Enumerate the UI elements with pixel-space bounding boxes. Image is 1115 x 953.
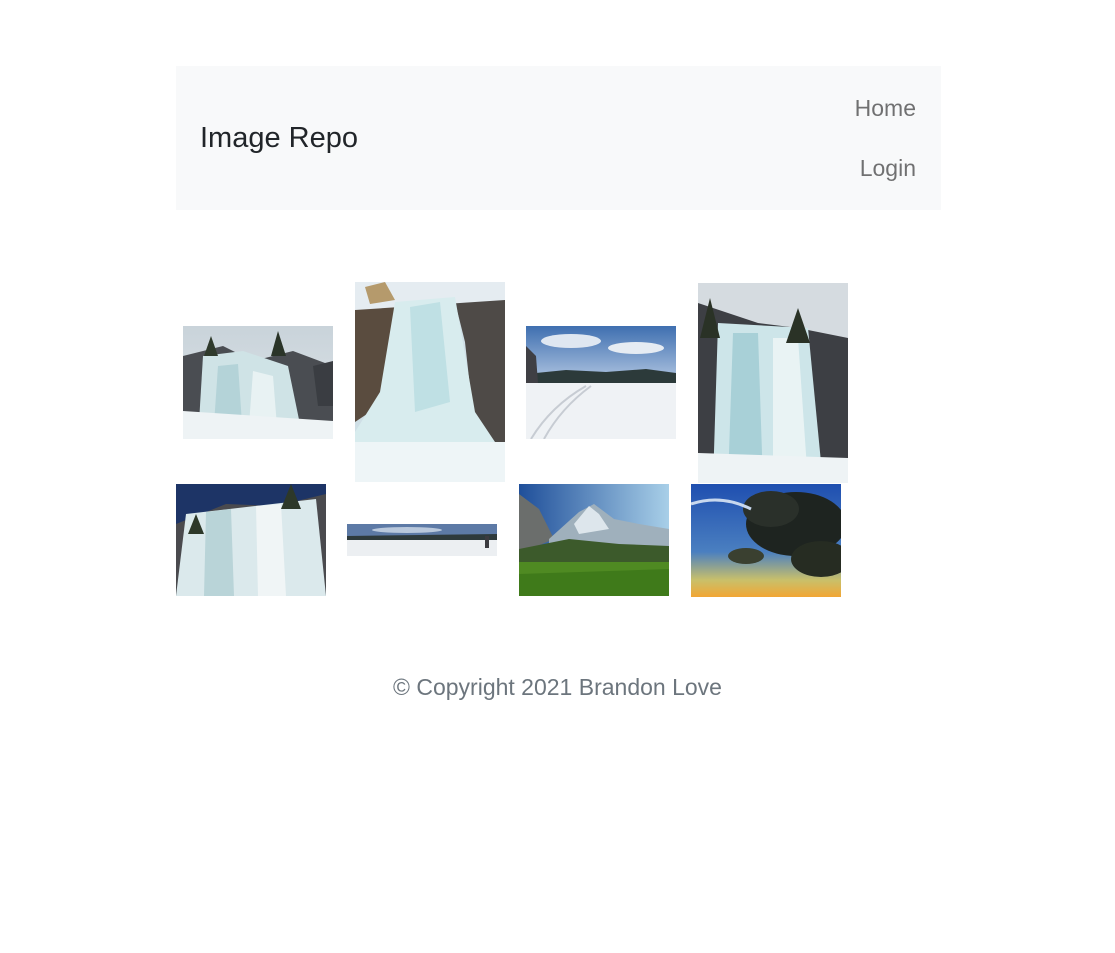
gallery-image-frozen-waterfall-trees[interactable] [183, 326, 333, 439]
nav-link-home[interactable]: Home [855, 94, 916, 122]
brand-link[interactable]: Image Repo [200, 121, 358, 155]
gallery-image-icicle-cliff[interactable] [698, 283, 848, 483]
gallery-image-frozen-waterfall[interactable] [355, 282, 505, 482]
copyright-text: © Copyright 2021 Brandon Love [393, 674, 722, 700]
gallery-image-snowy-lake[interactable] [526, 326, 676, 439]
gallery-image-storm-clouds[interactable] [691, 484, 841, 597]
gallery-image-lake-panorama[interactable] [347, 524, 497, 556]
navbar: Image Repo Home Login [176, 66, 941, 210]
nav-link-login[interactable]: Login [860, 154, 916, 182]
gallery-image-mountain-meadow[interactable] [519, 484, 669, 596]
footer: © Copyright 2021 Brandon Love [0, 673, 1115, 701]
gallery-image-ice-wall-blue-sky[interactable] [176, 484, 326, 596]
